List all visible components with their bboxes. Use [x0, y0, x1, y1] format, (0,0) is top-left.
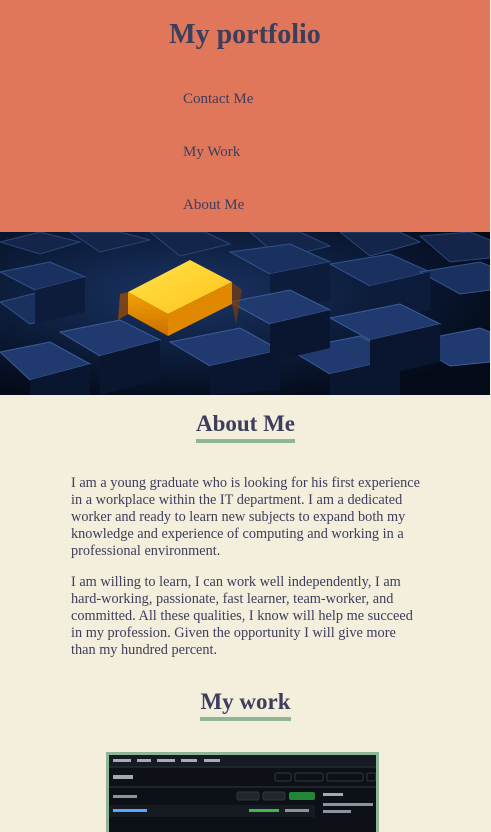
work-heading-text: My work: [200, 689, 291, 721]
site-title: My portfolio: [169, 19, 321, 50]
nav-contact-me[interactable]: Contact Me: [183, 90, 253, 108]
about-paragraph-2: I am willing to learn, I can work well i…: [71, 574, 413, 658]
work-thumbnail[interactable]: [106, 752, 379, 832]
hero-image: [0, 232, 490, 395]
nav-my-work[interactable]: My Work: [183, 143, 240, 161]
about-heading-text: About Me: [195, 411, 296, 443]
cubes-illustration: [0, 232, 490, 395]
about-paragraph-1: I am a young graduate who is looking for…: [71, 475, 420, 559]
about-heading: About Me: [0, 411, 491, 443]
site-header: My portfolio Contact Me My Work About Me: [0, 0, 490, 232]
github-screenshot-image: [109, 755, 376, 832]
nav-about-me[interactable]: About Me: [183, 196, 244, 214]
work-heading: My work: [0, 689, 491, 721]
